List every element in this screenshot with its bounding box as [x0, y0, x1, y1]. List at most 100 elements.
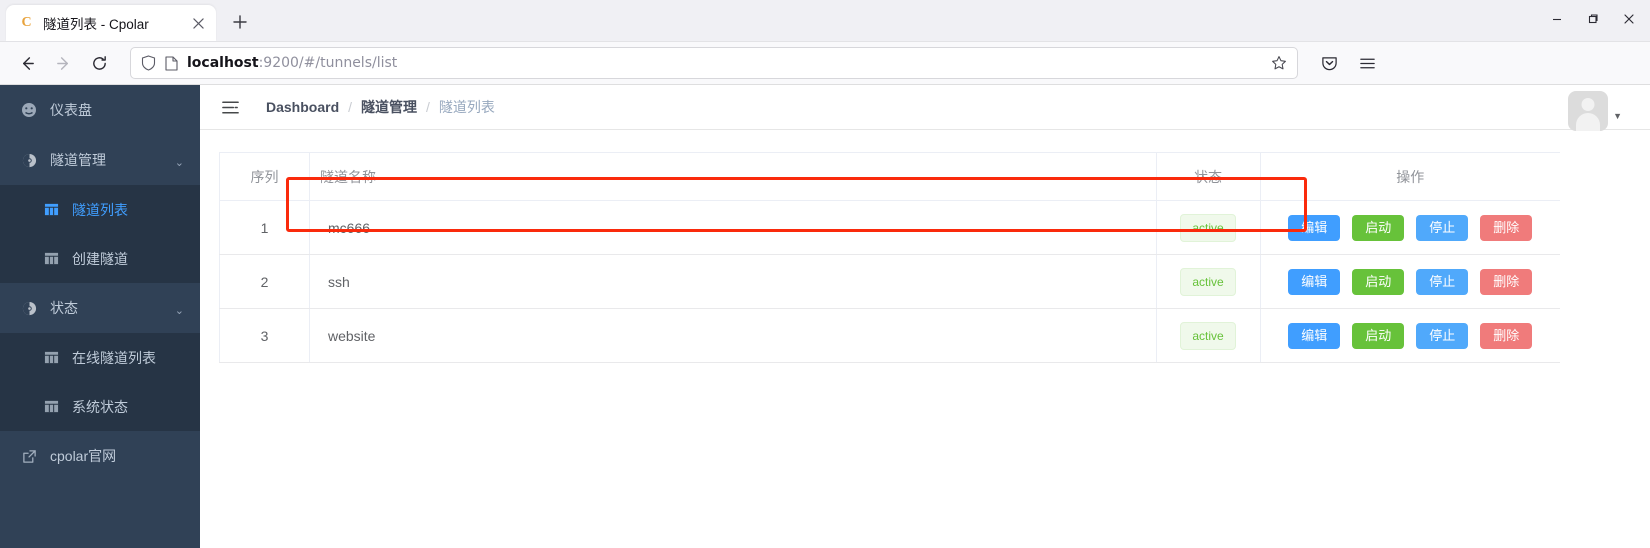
- tunnel-name: ssh: [328, 273, 350, 290]
- breadcrumb: Dashboard / 隧道管理 / 隧道列表: [266, 97, 495, 117]
- edit-button[interactable]: 编辑: [1288, 268, 1341, 295]
- top-bar: Dashboard / 隧道管理 / 隧道列表 ▼: [200, 85, 1650, 131]
- collapse-menu-icon[interactable]: [218, 98, 242, 117]
- cell-status: active: [1156, 200, 1261, 255]
- hamburger-menu-icon[interactable]: [1350, 47, 1384, 79]
- action-buttons: 编辑 启动 停止 删除: [1271, 322, 1551, 349]
- start-button[interactable]: 启动: [1352, 214, 1405, 241]
- breadcrumb-separator: /: [426, 99, 430, 115]
- tab-strip: C 隧道列表 - Cpolar: [0, 0, 1650, 42]
- delete-button[interactable]: 删除: [1480, 322, 1533, 349]
- cell-actions: 编辑 启动 停止 删除: [1260, 200, 1560, 255]
- breadcrumb-item-dashboard[interactable]: Dashboard: [266, 99, 339, 115]
- column-header-status: 状态: [1156, 152, 1261, 201]
- sidebar-item-cpolar-website[interactable]: cpolar官网: [0, 431, 200, 481]
- page-body: 仪表盘 隧道管理 ⌃ 隧道列表 创建隧道 状态 ⌃ 在线隧道列表 系统状态 cp…: [0, 85, 1650, 548]
- stop-button[interactable]: 停止: [1416, 214, 1469, 241]
- window-close-icon[interactable]: [1612, 4, 1646, 34]
- cell-index: 1: [219, 200, 310, 255]
- sidebar: 仪表盘 隧道管理 ⌃ 隧道列表 创建隧道 状态 ⌃ 在线隧道列表 系统状态 cp…: [0, 85, 200, 548]
- tunnel-icon: [20, 153, 38, 168]
- avatar[interactable]: [1568, 90, 1609, 131]
- browser-window: C 隧道列表 - Cpolar localhost:9200/#/tunnels…: [0, 0, 1650, 548]
- cell-actions: 编辑 启动 停止 删除: [1260, 308, 1560, 363]
- sidebar-label: 创建隧道: [72, 250, 128, 267]
- tunnel-name: mc666: [328, 219, 371, 236]
- action-buttons: 编辑 启动 停止 删除: [1271, 268, 1551, 295]
- external-link-icon: [20, 449, 38, 464]
- tunnels-table: 序列 隧道名称 状态 操作 1 mc666 active 编辑 启动 停止 删除…: [219, 152, 1560, 363]
- tunnel-name: website: [328, 327, 376, 344]
- forward-arrow-icon[interactable]: [46, 47, 80, 79]
- table-icon: [44, 399, 60, 414]
- status-badge: active: [1180, 267, 1236, 296]
- start-button[interactable]: 启动: [1352, 322, 1405, 349]
- sidebar-item-create-tunnel[interactable]: 创建隧道: [0, 234, 200, 283]
- new-tab-button[interactable]: [224, 6, 256, 38]
- table-row[interactable]: 3 website active 编辑 启动 停止 删除: [219, 308, 1560, 363]
- sidebar-label: 在线隧道列表: [72, 349, 156, 366]
- navigation-toolbar: localhost:9200/#/tunnels/list: [0, 42, 1650, 85]
- table-row[interactable]: 1 mc666 active 编辑 启动 停止 删除: [219, 200, 1560, 255]
- breadcrumb-item-tunnel-management[interactable]: 隧道管理: [361, 97, 417, 117]
- url-host: localhost: [187, 55, 259, 71]
- pocket-icon[interactable]: [1312, 47, 1346, 79]
- chevron-up-icon: ⌃: [174, 302, 184, 315]
- sidebar-label: 隧道列表: [72, 201, 128, 218]
- star-icon[interactable]: [1271, 55, 1287, 71]
- status-badge: active: [1180, 321, 1236, 350]
- sidebar-label: 仪表盘: [50, 102, 92, 118]
- status-badge: active: [1180, 213, 1236, 242]
- content-area: 序列 隧道名称 状态 操作 1 mc666 active 编辑 启动 停止 删除…: [200, 130, 1650, 548]
- window-controls: [1540, 4, 1646, 34]
- minimize-icon[interactable]: [1540, 4, 1574, 34]
- sidebar-group-tunnel-management[interactable]: 隧道管理 ⌃: [0, 135, 200, 185]
- table-header-row: 序列 隧道名称 状态 操作: [219, 152, 1560, 201]
- sidebar-submenu-status: 在线隧道列表 系统状态: [0, 333, 200, 431]
- breadcrumb-item-tunnel-list: 隧道列表: [438, 99, 495, 115]
- tab-title: 隧道列表 - Cpolar: [43, 17, 149, 32]
- sidebar-label: 状态: [50, 300, 78, 316]
- chevron-up-icon: ⌃: [174, 154, 184, 167]
- chevron-down-icon[interactable]: ▼: [1613, 111, 1622, 121]
- cell-actions: 编辑 启动 停止 删除: [1260, 254, 1560, 309]
- action-buttons: 编辑 启动 停止 删除: [1271, 214, 1551, 241]
- delete-button[interactable]: 删除: [1480, 268, 1533, 295]
- edit-button[interactable]: 编辑: [1288, 322, 1341, 349]
- sidebar-label: 系统状态: [72, 398, 128, 415]
- table-row[interactable]: 2 ssh active 编辑 启动 停止 删除: [219, 254, 1560, 309]
- back-arrow-icon[interactable]: [10, 47, 44, 79]
- tab-favicon-icon: C: [21, 15, 32, 30]
- sidebar-label: 隧道管理: [50, 152, 106, 168]
- column-header-name: 隧道名称: [309, 152, 1157, 201]
- table-icon: [44, 251, 60, 266]
- cell-name: mc666: [309, 200, 1157, 255]
- edit-button[interactable]: 编辑: [1288, 214, 1341, 241]
- sidebar-item-tunnel-list[interactable]: 隧道列表: [0, 185, 200, 234]
- cell-name: ssh: [309, 254, 1157, 309]
- table-header: 序列 隧道名称 状态 操作: [219, 152, 1560, 201]
- user-menu[interactable]: ▼: [1568, 85, 1622, 131]
- tab-close-icon[interactable]: [188, 13, 208, 33]
- browser-tab[interactable]: C 隧道列表 - Cpolar: [6, 5, 216, 41]
- sidebar-item-dashboard[interactable]: 仪表盘: [0, 85, 200, 135]
- sidebar-label: cpolar官网: [50, 448, 117, 464]
- sidebar-item-online-tunnel-list[interactable]: 在线隧道列表: [0, 333, 200, 382]
- table-body: 1 mc666 active 编辑 启动 停止 删除 2 ssh active …: [219, 200, 1560, 363]
- url-bar[interactable]: localhost:9200/#/tunnels/list: [130, 47, 1298, 79]
- sidebar-item-system-status[interactable]: 系统状态: [0, 382, 200, 431]
- maximize-icon[interactable]: [1576, 4, 1610, 34]
- stop-button[interactable]: 停止: [1416, 322, 1469, 349]
- breadcrumb-separator: /: [348, 99, 353, 115]
- reload-icon[interactable]: [82, 47, 116, 79]
- stop-button[interactable]: 停止: [1416, 268, 1469, 295]
- cell-index: 3: [219, 308, 310, 363]
- cell-status: active: [1156, 308, 1261, 363]
- dashboard-icon: [20, 102, 38, 118]
- start-button[interactable]: 启动: [1352, 268, 1405, 295]
- delete-button[interactable]: 删除: [1480, 214, 1533, 241]
- table-icon: [44, 202, 60, 217]
- sidebar-group-status[interactable]: 状态 ⌃: [0, 283, 200, 333]
- main-area: Dashboard / 隧道管理 / 隧道列表 ▼ 序列 隧道名称 状态 操作 …: [200, 85, 1650, 548]
- cell-index: 2: [219, 254, 310, 309]
